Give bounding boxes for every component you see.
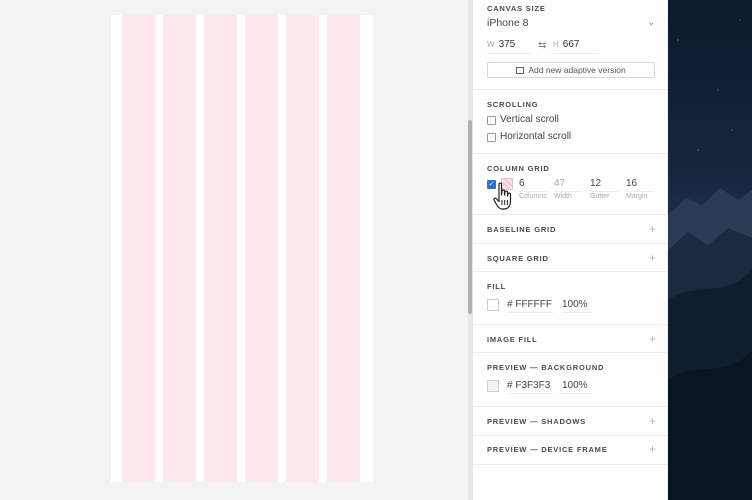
adaptive-button-label: Add new adaptive version <box>528 65 626 75</box>
scrolling-section: SCROLLING Vertical scroll Horizontal scr… <box>473 90 668 154</box>
fill-color-swatch[interactable] <box>487 299 499 311</box>
preview-background-hex-field[interactable]: # F3F3F3 <box>507 380 553 394</box>
grid-column <box>163 15 196 482</box>
grid-column <box>327 15 360 482</box>
section-title: CANVAS SIZE <box>487 4 546 13</box>
width-value: 47 <box>554 178 566 189</box>
preview-shadows-section[interactable]: PREVIEW — SHADOWS + <box>473 407 668 436</box>
mountain-landscape <box>668 19 752 500</box>
section-title: PREVIEW — BACKGROUND <box>487 363 605 372</box>
fill-hex-field[interactable]: # FFFFFF <box>507 299 553 313</box>
plus-icon[interactable]: + <box>649 252 656 264</box>
artboard[interactable] <box>111 15 373 482</box>
add-adaptive-version-button[interactable]: Add new adaptive version <box>487 62 655 78</box>
square-grid-section[interactable]: SQUARE GRID + <box>473 244 668 272</box>
vertical-scroll-label: Vertical scroll <box>500 114 559 125</box>
section-title: PREVIEW — DEVICE FRAME <box>487 445 608 454</box>
preview-background-hex-value: # F3F3F3 <box>507 380 551 391</box>
section-title: FILL <box>487 282 507 291</box>
preview-background-swatch[interactable] <box>487 380 499 392</box>
fill-hex-value: # FFFFFF <box>507 299 552 310</box>
plus-icon[interactable]: + <box>649 223 656 235</box>
column-width-field[interactable]: 47 Width <box>554 178 582 200</box>
baseline-grid-section[interactable]: BASELINE GRID + <box>473 215 668 244</box>
margin-label: Margin <box>626 193 648 200</box>
preview-background-section: PREVIEW — BACKGROUND # F3F3F3 100% <box>473 353 668 407</box>
gutter-value: 12 <box>590 178 602 189</box>
section-title: SQUARE GRID <box>487 254 549 263</box>
adaptive-icon <box>516 67 525 74</box>
width-label: Width <box>554 193 572 200</box>
width-field[interactable]: W 375 <box>487 39 533 54</box>
property-inspector: CANVAS SIZE iPhone 8 ⌄ W 375 ⇆ H 667 Add n… <box>472 0 668 500</box>
plus-icon[interactable]: + <box>649 443 656 455</box>
gutter-field[interactable]: 12 Gutter <box>590 178 618 200</box>
grid-column <box>122 15 155 482</box>
width-label: W <box>487 40 495 49</box>
section-title: BASELINE GRID <box>487 225 557 234</box>
image-fill-section[interactable]: IMAGE FILL + <box>473 325 668 353</box>
preset-value: iPhone 8 <box>487 17 529 29</box>
horizontal-scroll-checkbox[interactable] <box>487 133 496 142</box>
section-title: SCROLLING <box>487 100 539 109</box>
grid-column <box>286 15 319 482</box>
link-icon[interactable]: ⇆ <box>538 40 546 51</box>
canvas-size-section: CANVAS SIZE iPhone 8 ⌄ W 375 ⇆ H 667 Add n… <box>473 0 668 90</box>
height-field[interactable]: H 667 <box>553 39 599 54</box>
grid-column <box>245 15 278 482</box>
grid-column <box>204 15 237 482</box>
design-canvas[interactable] <box>0 0 468 500</box>
desktop-wallpaper <box>668 0 752 500</box>
section-title: COLUMN GRID <box>487 164 550 173</box>
hand-cursor-icon <box>493 182 512 210</box>
columns-value: 6 <box>519 178 525 189</box>
height-value: 667 <box>562 39 580 50</box>
preview-background-opacity-field[interactable]: 100% <box>562 380 592 394</box>
plus-icon[interactable]: + <box>649 333 656 345</box>
preview-device-frame-section[interactable]: PREVIEW — DEVICE FRAME + <box>473 436 668 465</box>
plus-icon[interactable]: + <box>649 415 656 427</box>
fill-opacity-field[interactable]: 100% <box>562 299 592 313</box>
margin-value: 16 <box>626 178 638 189</box>
device-preset-dropdown[interactable]: iPhone 8 ⌄ <box>487 17 657 31</box>
columns-field[interactable]: 6 Columns <box>519 178 547 200</box>
chevron-down-icon: ⌄ <box>647 17 655 27</box>
columns-label: Columns <box>519 193 547 200</box>
margin-field[interactable]: 16 Margin <box>626 178 654 200</box>
horizontal-scroll-label: Horizontal scroll <box>500 131 572 142</box>
fill-opacity-value: 100% <box>562 299 588 310</box>
gutter-label: Gutter <box>590 193 610 200</box>
fill-section: FILL # FFFFFF 100% <box>473 272 668 325</box>
height-label: H <box>553 40 559 49</box>
section-title: PREVIEW — SHADOWS <box>487 417 587 426</box>
preview-background-opacity-value: 100% <box>562 380 588 391</box>
section-title: IMAGE FILL <box>487 335 538 344</box>
vertical-scroll-checkbox[interactable] <box>487 116 496 125</box>
width-value: 375 <box>498 39 516 50</box>
